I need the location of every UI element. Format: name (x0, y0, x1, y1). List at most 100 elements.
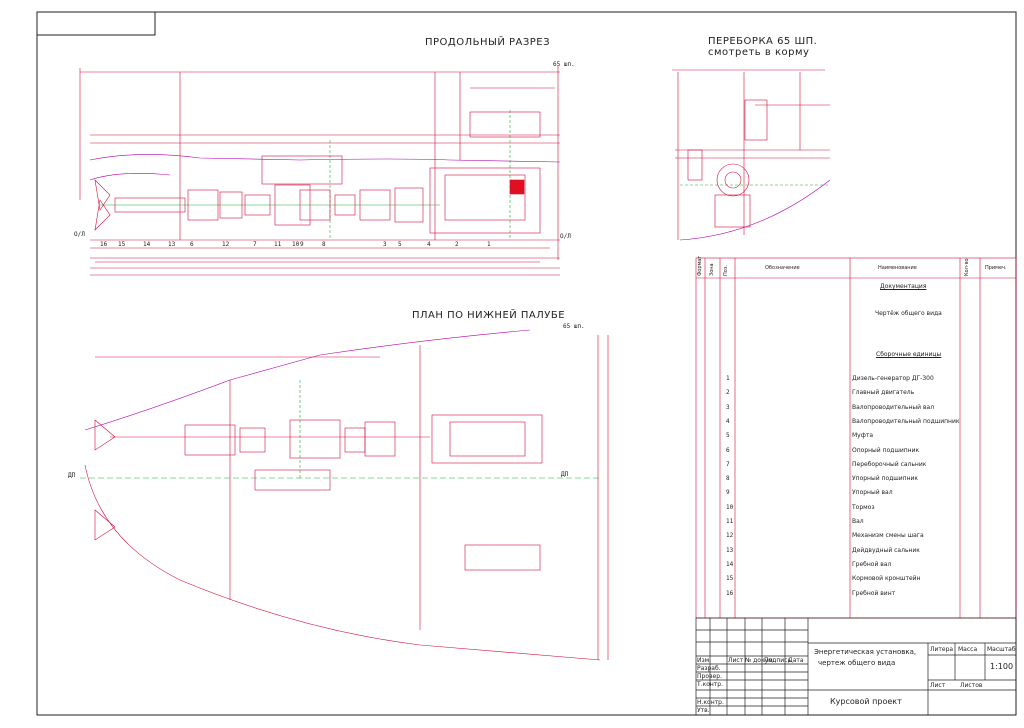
spec-row-pos: 5 (726, 432, 730, 440)
pos-label: 13 (168, 241, 176, 248)
signer-approved: Утв. (697, 707, 710, 714)
mass-label: Масса (958, 646, 978, 653)
signer-tech-control: Т.контр. (697, 681, 724, 688)
spec-row-name: Муфта (852, 432, 874, 440)
spec-row-pos: 11 (726, 518, 734, 525)
role-change: Изм. (697, 657, 712, 664)
spec-row-name: Опорный подшипник (852, 446, 920, 454)
longitudinal-section-title: ПРОДОЛЬНЫЙ РАЗРЕЗ (425, 37, 551, 48)
spec-row: 9 Упорный вал (696, 486, 1016, 500)
plan-view (80, 329, 609, 661)
spec-row: 1 Дизель-генератор ДГ-300 (696, 372, 1016, 386)
spec-row-pos: 8 (726, 475, 730, 483)
pos-label: 4 (427, 241, 431, 248)
spec-row: 10 Тормоз (696, 501, 1016, 515)
spec-row: 5 Муфта (696, 429, 1016, 443)
scale-label: Масштаб (987, 646, 1016, 653)
pos-label: 9 (300, 241, 304, 248)
drawing-canvas (36, 11, 1017, 716)
spec-row-pos: 15 (726, 575, 734, 583)
dp-mark-right: ДП (561, 471, 569, 478)
scale-value: 1:100 (990, 662, 1014, 671)
bulkhead-subtitle: смотреть в корму (708, 47, 810, 58)
spec-row-name: Валопроводительный подшипник (852, 417, 960, 425)
pos-label: 12 (222, 241, 230, 248)
spec-row-pos: 9 (726, 489, 730, 497)
spec-row-pos: 4 (726, 417, 730, 425)
spec-row: 2 Главный двигатель (696, 386, 1016, 400)
pos-label: 8 (322, 241, 326, 248)
pos-label: 16 (100, 241, 108, 248)
sheet-label: Лист (930, 682, 946, 689)
signer-norm-control: Н.контр. (697, 699, 724, 706)
pos-label: 2 (455, 241, 459, 248)
hdr-designation: Обозначение (765, 265, 800, 271)
spec-row-pos: 16 (726, 589, 734, 597)
spec-row: 14 Гребной вал (696, 558, 1016, 572)
spec-row-name: Валопроводительный вал (852, 403, 935, 411)
signer-developer: Разраб. (697, 665, 721, 672)
bulkhead-title: ПЕРЕБОРКА 65 ШП. (708, 36, 818, 47)
course-project-label: Курсовой проект (830, 697, 902, 706)
spec-row-name: Упорный подшипник (852, 475, 919, 483)
role-date: Дата (788, 657, 804, 664)
spec-doc-item: Чертёж общего вида (875, 310, 942, 317)
spec-row-name: Механизм смены шага (852, 532, 924, 540)
drawing-sheet: ПРОДОЛЬНЫЙ РАЗРЕЗ ПЛАН ПО НИЖНЕЙ ПАЛУБЕ … (0, 0, 1024, 724)
project-title-line2: чертеж общего вида (818, 659, 896, 667)
spec-row-pos: 13 (726, 546, 734, 554)
spec-row-name: Переборочный сальник (852, 460, 927, 468)
spec-row-pos: 6 (726, 446, 730, 454)
pos-label: 6 (190, 241, 194, 248)
sheets-label: Листов (960, 682, 983, 689)
spec-row: 12 Механизм смены шага (696, 529, 1016, 543)
spec-row: 4 Валопроводительный подшипник (696, 415, 1016, 429)
spec-row-name: Главный двигатель (852, 389, 915, 397)
pos-label: 14 (143, 241, 151, 248)
pos-label: 3 (383, 241, 387, 248)
spec-row-pos: 10 (726, 503, 734, 511)
role-signature: Подпись (764, 657, 791, 664)
hdr-zone: Зона (709, 263, 715, 276)
spec-row-name: Вал (852, 518, 864, 525)
project-title-line1: Энергетическая установка, (814, 648, 917, 656)
frame-mark-plan: 65 шп. (563, 323, 585, 330)
spec-row-name: Гребной винт (852, 589, 896, 597)
spec-row-name: Кормовой кронштейн (852, 575, 921, 583)
spec-row-pos: 12 (726, 532, 734, 540)
signer-checker: Провер. (697, 673, 722, 680)
spec-row-name: Тормоз (852, 503, 875, 511)
frame-mark-top: 65 шп. (553, 61, 575, 68)
spec-row-pos: 3 (726, 403, 730, 411)
spec-row: 8 Упорный подшипник (696, 472, 1016, 486)
role-sheet: Лист (728, 657, 744, 664)
spec-row-name: Гребной вал (852, 560, 892, 568)
spec-row-pos: 14 (726, 560, 734, 568)
sheet-border (36, 11, 1017, 716)
pos-label: 5 (398, 241, 402, 248)
pos-label: 7 (253, 241, 257, 248)
spec-row-name: Дизель-генератор ДГ-300 (852, 375, 934, 382)
stage-label: Литера (930, 646, 954, 653)
hdr-qty: Кол-во (964, 258, 970, 276)
spec-row-name: Дейдвудный сальник (852, 546, 920, 554)
spec-row-pos: 1 (726, 375, 730, 382)
hdr-pos: Поз. (723, 264, 729, 276)
spec-row-pos: 2 (726, 389, 730, 397)
ol-mark-left: О/Л (74, 231, 85, 238)
pos-label: 15 (118, 241, 126, 248)
spec-section-units: Сборочные единицы (876, 351, 942, 358)
spec-row-pos: 7 (726, 460, 730, 468)
spec-row: 3 Валопроводительный вал (696, 401, 1016, 415)
hdr-note: Примеч. (985, 265, 1007, 271)
corner-stamp-box (36, 11, 156, 36)
pos-label: 10 (292, 241, 300, 248)
spec-row: 6 Опорный подшипник (696, 444, 1016, 458)
pos-label: 1 (487, 241, 491, 248)
ol-mark-right: О/Л (560, 233, 571, 240)
hdr-name: Наименование (878, 265, 917, 271)
spec-row: 7 Переборочный сальник (696, 458, 1016, 472)
bulkhead-view (672, 69, 831, 241)
dp-mark-left: ДП (68, 472, 76, 479)
spec-row: 11 Вал (696, 515, 1016, 529)
